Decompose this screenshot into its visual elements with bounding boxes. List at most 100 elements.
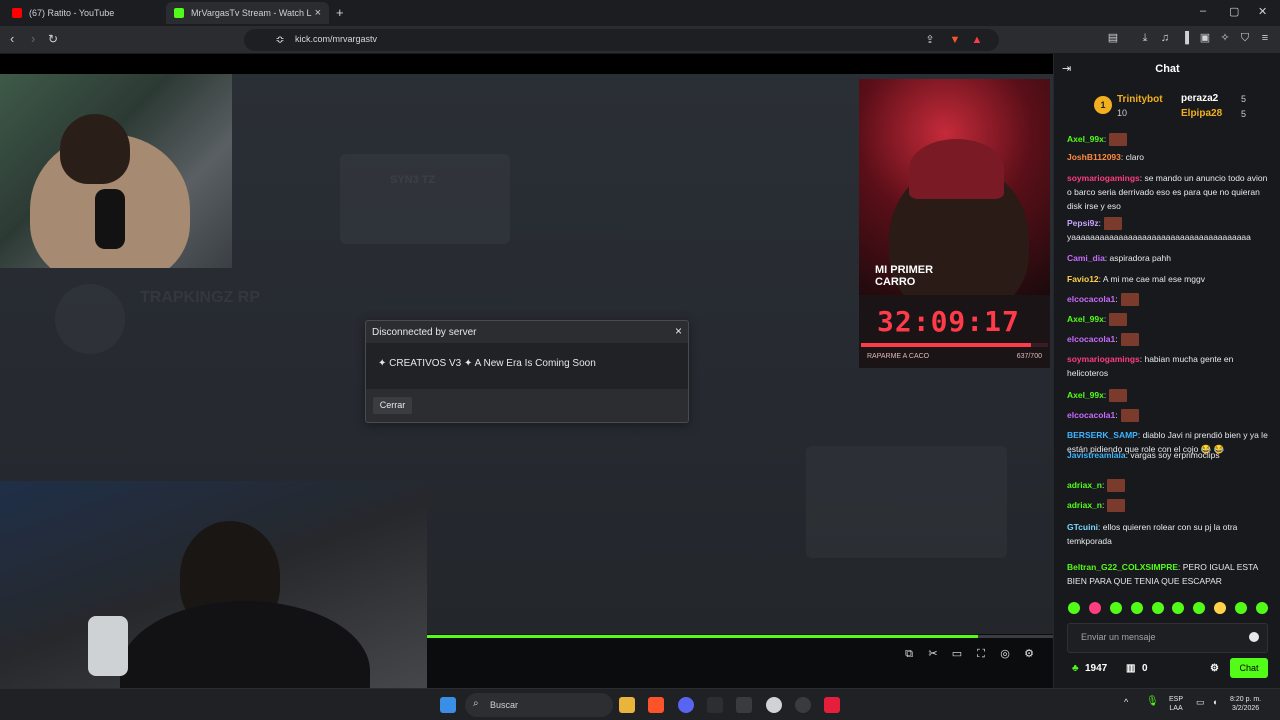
brave-shield-icon[interactable]: ▼ bbox=[949, 34, 961, 46]
discord-icon[interactable] bbox=[678, 697, 694, 713]
chat-username[interactable]: soymariogamings bbox=[1067, 173, 1140, 183]
guest-camera-2 bbox=[0, 481, 427, 720]
language-code: ESP bbox=[1169, 696, 1184, 703]
search-icon: ⌕ bbox=[473, 698, 479, 709]
maximize-icon[interactable]: ▢ bbox=[1229, 5, 1239, 18]
site-info-icon[interactable]: ≎ bbox=[274, 34, 286, 46]
chat-username[interactable]: elcocacola1 bbox=[1067, 294, 1115, 304]
emote-icon[interactable] bbox=[1235, 602, 1247, 614]
chat-username[interactable]: Axel_99x bbox=[1067, 134, 1104, 144]
clock[interactable]: 8:20 p. m. 3/2/2026 bbox=[1230, 695, 1261, 713]
sidebar-icon[interactable]: ▐ bbox=[1179, 32, 1191, 44]
pip-icon[interactable]: ⧉ bbox=[903, 648, 915, 660]
emote-icon[interactable] bbox=[1193, 602, 1206, 614]
emoji-icon[interactable] bbox=[1249, 632, 1259, 642]
app-icon[interactable] bbox=[824, 697, 840, 713]
chat-settings-icon[interactable]: ⚙ bbox=[1210, 663, 1219, 674]
emote-icon[interactable] bbox=[1255, 602, 1268, 614]
network-icon[interactable]: ▭ bbox=[1196, 698, 1205, 707]
chat-username[interactable]: Axel_99x bbox=[1067, 314, 1104, 324]
chat-username[interactable]: Favio12 bbox=[1067, 274, 1099, 284]
obs-icon[interactable] bbox=[766, 697, 782, 713]
theater-mode-icon[interactable]: ▭ bbox=[951, 648, 963, 660]
fullscreen-icon[interactable]: ⛶ bbox=[975, 648, 987, 660]
emote-icon[interactable] bbox=[1172, 602, 1185, 614]
send-chat-button[interactable]: Chat bbox=[1230, 658, 1268, 678]
points-count[interactable]: 1947 bbox=[1085, 663, 1107, 674]
taskbar-search[interactable]: ⌕ Buscar bbox=[465, 693, 613, 717]
wallet-icon[interactable]: ▣ bbox=[1199, 32, 1211, 44]
emote-icon bbox=[1104, 217, 1123, 231]
chat-username[interactable]: Axel_99x bbox=[1067, 390, 1104, 400]
leader-name-2[interactable]: peraza2 bbox=[1181, 93, 1218, 104]
chat-username[interactable]: Javistreamlala bbox=[1067, 450, 1126, 460]
volume-icon[interactable]: ◖ bbox=[1212, 698, 1217, 707]
vpn-icon[interactable]: ⛉ bbox=[1239, 32, 1251, 44]
address-bar[interactable]: ≎ kick.com/mrvargastv ⇪ ▼ ▲ bbox=[244, 29, 999, 51]
close-icon[interactable]: × bbox=[675, 324, 682, 338]
chat-username[interactable]: BERSERK_SAMP bbox=[1067, 430, 1138, 440]
app-icon[interactable] bbox=[707, 697, 723, 713]
chat-username[interactable]: elcocacola1 bbox=[1067, 334, 1115, 344]
emote-icon[interactable] bbox=[1068, 602, 1080, 614]
tab-kick-stream[interactable]: MrVargasTv Stream - Watch L × bbox=[166, 2, 329, 24]
leader-name-3[interactable]: Elpipa28 bbox=[1181, 108, 1222, 119]
chat-username[interactable]: GTcuini bbox=[1067, 522, 1098, 532]
chat-username[interactable]: Beltran_G22_COLXSIMPRE bbox=[1067, 562, 1178, 572]
gift-count: 0 bbox=[1142, 663, 1148, 674]
close-button[interactable]: Cerrar bbox=[373, 397, 412, 414]
chat-username[interactable]: Cami_dia bbox=[1067, 253, 1105, 263]
emote-icon[interactable] bbox=[1151, 602, 1164, 614]
chat-message: Axel_99x: bbox=[1067, 132, 1274, 147]
chat-message-box[interactable] bbox=[1067, 623, 1268, 653]
tab-youtube[interactable]: (67) Ratito - YouTube bbox=[4, 2, 162, 24]
chat-username[interactable]: Pepsi9z bbox=[1067, 218, 1099, 228]
back-icon[interactable]: ‹ bbox=[10, 31, 14, 47]
chat-message: Favio12: A mi me cae mal ese mggv bbox=[1067, 272, 1274, 286]
download-icon[interactable]: ⤓ bbox=[1139, 32, 1151, 44]
minimize-icon[interactable]: – bbox=[1200, 5, 1206, 17]
language-indicator[interactable]: ESP LAA bbox=[1169, 695, 1183, 713]
chat-message: GTcuini: ellos quieren rolear con su pj … bbox=[1067, 520, 1274, 548]
tab-manager-icon[interactable]: ▤ bbox=[1107, 32, 1119, 44]
ai-icon[interactable]: ✧ bbox=[1219, 32, 1231, 44]
chat-username[interactable]: adriax_n bbox=[1067, 480, 1102, 490]
forward-icon[interactable]: › bbox=[31, 31, 35, 47]
chat-username[interactable]: soymariogamings bbox=[1067, 354, 1140, 364]
main-camera: MI PRIMER CARRO bbox=[859, 79, 1050, 295]
media-icon[interactable]: ♫ bbox=[1159, 32, 1171, 44]
file-explorer-icon[interactable] bbox=[619, 697, 635, 713]
tray-overflow-icon[interactable]: ^ bbox=[1124, 698, 1128, 707]
quality-icon[interactable]: ◎ bbox=[999, 648, 1011, 660]
emote-icon[interactable] bbox=[1088, 602, 1101, 614]
settings-icon[interactable]: ⚙ bbox=[1023, 648, 1035, 660]
chat-message: Pepsi9z: bbox=[1067, 216, 1274, 231]
chat-message-input[interactable] bbox=[1081, 632, 1246, 642]
menu-icon[interactable]: ≡ bbox=[1259, 32, 1271, 44]
reload-icon[interactable]: ↻ bbox=[48, 31, 58, 47]
emote-icon[interactable] bbox=[1109, 602, 1122, 614]
close-icon[interactable]: × bbox=[315, 7, 321, 19]
emote-icon[interactable] bbox=[1130, 602, 1143, 614]
clip-icon[interactable]: ✂ bbox=[927, 648, 939, 660]
clock-date: 3/2/2026 bbox=[1231, 705, 1260, 712]
chat-username[interactable]: elcocacola1 bbox=[1067, 410, 1115, 420]
epic-games-icon[interactable] bbox=[736, 697, 752, 713]
video-progress-bar[interactable] bbox=[427, 635, 1053, 638]
steam-icon[interactable] bbox=[795, 697, 811, 713]
share-icon[interactable]: ⇪ bbox=[924, 34, 936, 46]
chat-message: elcocacola1: bbox=[1067, 292, 1274, 307]
emote-icon[interactable] bbox=[1214, 602, 1227, 614]
gift-icon[interactable]: ▥ bbox=[1126, 663, 1135, 674]
points-icon[interactable]: ♣ bbox=[1072, 663, 1079, 674]
window-close-icon[interactable]: ✕ bbox=[1258, 5, 1267, 18]
new-tab-button[interactable]: + bbox=[336, 5, 344, 20]
brave-icon[interactable] bbox=[648, 697, 664, 713]
brave-rewards-icon[interactable]: ▲ bbox=[971, 34, 983, 46]
start-icon[interactable] bbox=[440, 697, 456, 713]
chat-username[interactable]: JoshB112093 bbox=[1067, 152, 1121, 162]
chat-username[interactable]: adriax_n bbox=[1067, 500, 1102, 510]
dialog-body: ✦ CREATIVOS V3 ✦ A New Era Is Coming Soo… bbox=[366, 343, 688, 389]
leader-name-1[interactable]: Trinitybot bbox=[1117, 94, 1163, 105]
microphone-icon[interactable]: 🎙 bbox=[1146, 697, 1159, 707]
